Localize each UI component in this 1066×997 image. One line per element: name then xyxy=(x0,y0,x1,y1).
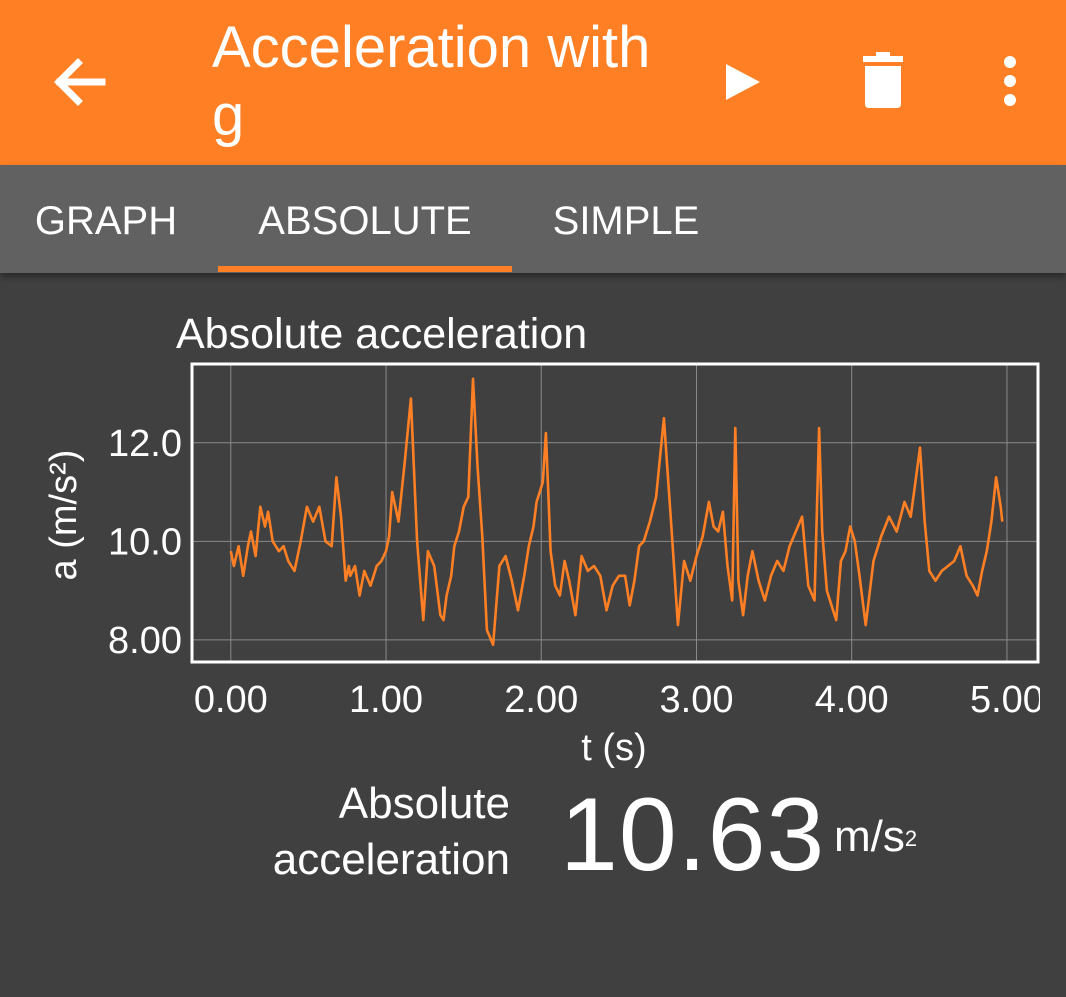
reading-label: Absolute acceleration xyxy=(272,779,510,884)
reading-value: 10.63 xyxy=(560,777,826,893)
axis-ticks: 0.00 1.00 2.00 3.00 4.00 5.00 8.00 10.0 12.0 xyxy=(108,423,1044,721)
trash-icon xyxy=(863,52,903,108)
play-icon xyxy=(726,64,760,100)
x-tick-label: 2.00 xyxy=(504,679,578,721)
back-button[interactable] xyxy=(40,42,120,122)
arrow-back-icon xyxy=(54,58,106,106)
overflow-menu-button[interactable] xyxy=(988,46,1032,118)
y-tick-label: 12.0 xyxy=(108,423,182,465)
more-vert-icon xyxy=(1004,56,1016,106)
acceleration-chart[interactable]: 0.00 1.00 2.00 3.00 4.00 5.00 8.00 10.0 12.0 t (… xyxy=(0,280,1066,770)
y-axis-label: a (m/s²) xyxy=(43,450,85,581)
reading-unit: m/s2 xyxy=(834,812,918,861)
screen-title: Acceleration with g xyxy=(212,15,651,148)
tab-graph[interactable]: GRAPH xyxy=(0,165,212,273)
play-button[interactable] xyxy=(712,50,772,114)
x-tick-label: 1.00 xyxy=(349,679,423,721)
x-tick-label: 3.00 xyxy=(660,679,734,721)
x-tick-label: 5.00 xyxy=(970,679,1044,721)
x-tick-label: 0.00 xyxy=(194,679,268,721)
delete-button[interactable] xyxy=(850,46,916,118)
x-tick-label: 4.00 xyxy=(815,679,889,721)
app-bar: Acceleration with g xyxy=(0,0,1066,165)
tab-simple[interactable]: SIMPLE xyxy=(512,165,740,273)
selected-tab-indicator xyxy=(218,266,512,272)
tab-absolute[interactable]: ABSOLUTE xyxy=(218,165,512,273)
y-tick-label: 8.00 xyxy=(108,620,182,662)
acceleration-series-line xyxy=(229,377,1004,647)
tab-bar: GRAPH ABSOLUTE SIMPLE xyxy=(0,165,1066,273)
y-tick-label: 10.0 xyxy=(108,521,182,563)
x-axis-label: t (s) xyxy=(581,727,646,769)
